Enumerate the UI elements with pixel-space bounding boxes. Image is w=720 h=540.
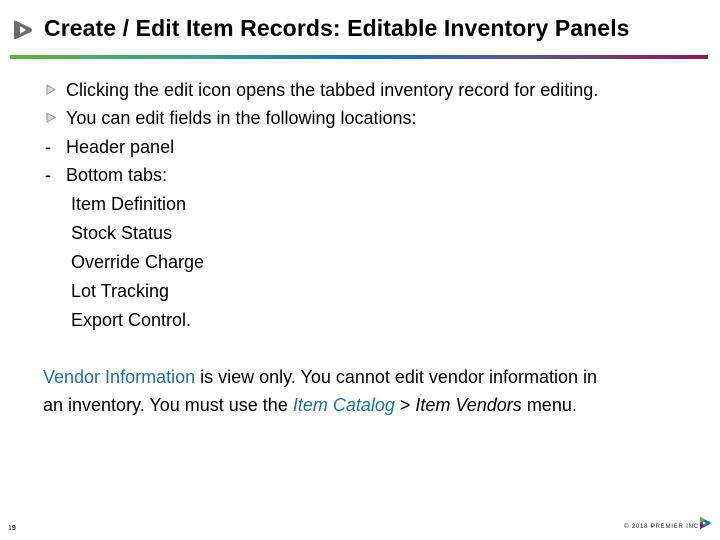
title-divider xyxy=(10,55,708,59)
copyright-text: © 2018 PREMIER INC xyxy=(624,524,699,530)
note-line-2: an inventory. You must use the Item Cata… xyxy=(43,394,577,416)
page-number: 19 xyxy=(8,525,16,532)
note-text: is view only. You cannot edit vendor inf… xyxy=(195,367,598,387)
note-line-1: Vendor Information is view only. You can… xyxy=(43,366,597,388)
bullet-text: Bottom tabs: xyxy=(66,165,168,185)
dash-marker: - xyxy=(45,165,51,185)
arrow-bullet-icon xyxy=(46,84,56,95)
note-text: an inventory. You must use the xyxy=(43,395,293,415)
bullet-text: Clicking the edit icon opens the tabbed … xyxy=(66,80,599,100)
tab-list-item: Stock Status xyxy=(71,223,173,243)
tab-list-item: Lot Tracking xyxy=(71,281,170,301)
tab-list-item: Override Charge xyxy=(71,252,205,272)
tab-list-item: Export Control. xyxy=(71,310,192,330)
note-text: menu. xyxy=(521,395,577,415)
dash-marker: - xyxy=(45,137,51,157)
bullet-text: Header panel xyxy=(66,137,175,157)
vendor-information-label: Vendor Information xyxy=(43,367,196,387)
arrow-bullet-icon xyxy=(46,112,56,123)
menu-separator: > xyxy=(394,395,416,415)
tab-list-item: Item Definition xyxy=(71,194,187,214)
item-catalog-menu-reference: Item Catalog xyxy=(292,395,395,415)
logo-play-icon xyxy=(14,20,32,40)
bullet-text: You can edit fields in the following loc… xyxy=(66,108,417,128)
slide-title: Create / Edit Item Records: Editable Inv… xyxy=(44,15,630,41)
item-vendors-menu-reference: Item Vendors xyxy=(415,395,522,415)
premier-logo-icon xyxy=(700,517,711,529)
